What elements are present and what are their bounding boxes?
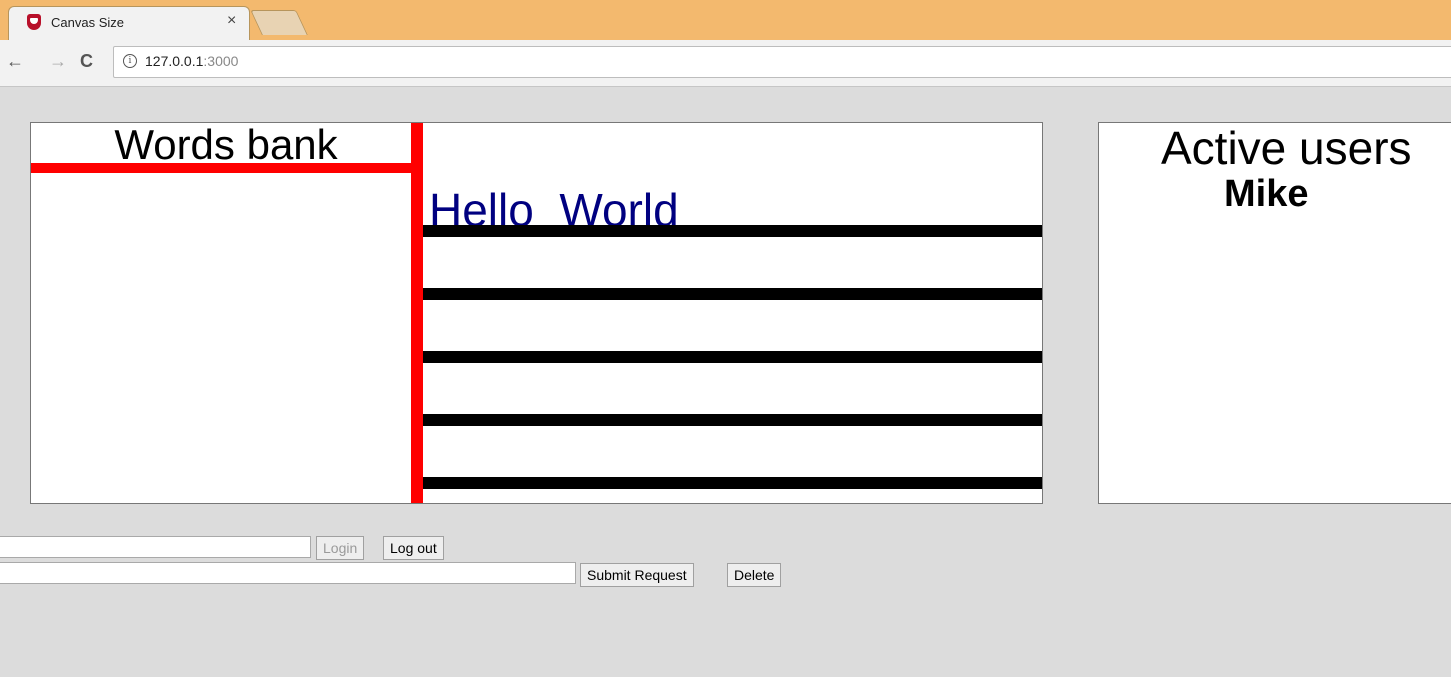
reload-icon[interactable]: C bbox=[80, 51, 93, 71]
words-bank-divider-vertical bbox=[411, 123, 423, 503]
active-users-title: Active users bbox=[1161, 122, 1412, 174]
words-canvas[interactable]: Words bank Hello World bbox=[30, 121, 1043, 504]
username-input[interactable] bbox=[0, 536, 311, 558]
forward-arrow-icon[interactable]: → bbox=[49, 51, 67, 71]
info-icon[interactable]: i bbox=[123, 54, 137, 68]
active-users-canvas: Active users Mike bbox=[1098, 122, 1451, 504]
login-button[interactable]: Login bbox=[316, 536, 365, 560]
writing-line bbox=[423, 477, 1042, 489]
delete-button[interactable]: Delete bbox=[727, 563, 782, 587]
url-host: 127.0.0.1 bbox=[145, 53, 204, 69]
browser-tab[interactable]: Canvas Size × bbox=[8, 6, 250, 41]
writing-line bbox=[423, 288, 1042, 300]
address-bar[interactable]: i 127.0.0.1:3000 bbox=[113, 46, 1451, 78]
url-text: 127.0.0.1:3000 bbox=[145, 53, 238, 69]
tab-title: Canvas Size bbox=[51, 15, 124, 30]
submit-request-button[interactable]: Submit Request bbox=[580, 563, 694, 587]
logout-button[interactable]: Log out bbox=[383, 536, 444, 560]
new-tab-button[interactable] bbox=[250, 10, 308, 35]
browser-toolbar: ← → C i 127.0.0.1:3000 bbox=[0, 40, 1451, 87]
shield-favicon-icon bbox=[27, 14, 41, 30]
user-list-item: Mike bbox=[1224, 173, 1309, 215]
words-bank-title: Words bank bbox=[114, 121, 338, 168]
close-icon[interactable]: × bbox=[227, 13, 236, 29]
url-port: :3000 bbox=[203, 53, 239, 69]
back-arrow-icon[interactable]: ← bbox=[6, 51, 24, 71]
tab-strip: Canvas Size × bbox=[0, 0, 1451, 41]
request-input[interactable] bbox=[0, 562, 576, 584]
writing-line bbox=[423, 351, 1042, 363]
writing-line bbox=[423, 414, 1042, 426]
words-bank-divider-horizontal bbox=[31, 163, 421, 173]
writing-line bbox=[423, 225, 1042, 237]
